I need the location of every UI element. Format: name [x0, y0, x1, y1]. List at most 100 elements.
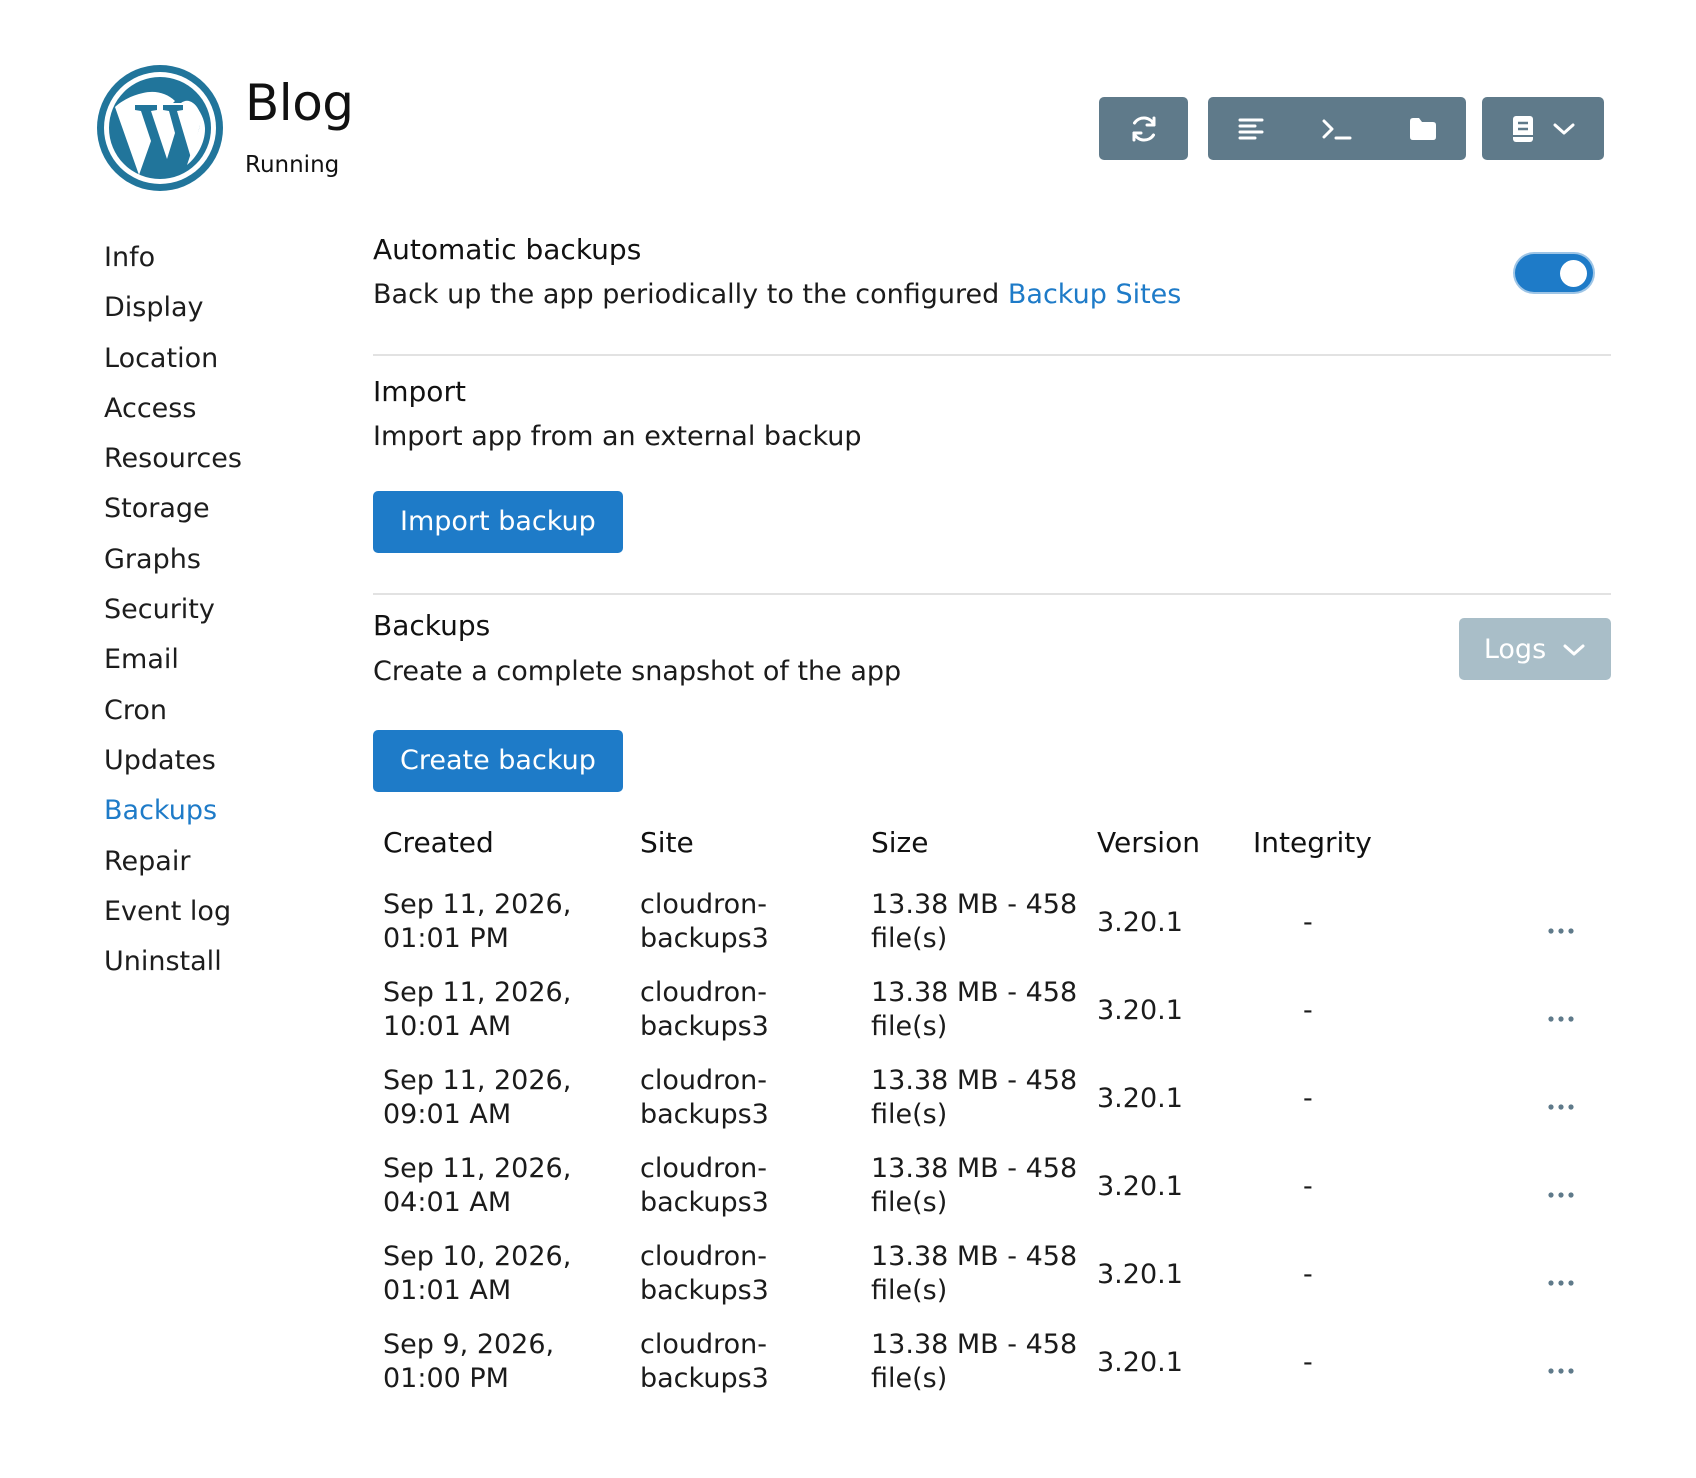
cell-size: 13.38 MB - 458 file(s) — [871, 977, 1078, 1042]
app-title: Blog — [245, 74, 354, 132]
cell-site: cloudron-backups3 — [640, 1241, 769, 1306]
row-actions-button[interactable] — [1543, 1006, 1579, 1026]
sidebar-item-updates[interactable]: Updates — [104, 736, 354, 786]
cell-created: Sep 11, 2026, 09:01 AM — [383, 1065, 572, 1130]
tools-group — [1208, 97, 1466, 160]
column-header-site: Site — [640, 826, 694, 859]
restart-group — [1099, 97, 1188, 160]
cell-size: 13.38 MB - 458 file(s) — [871, 1329, 1078, 1394]
cell-created: Sep 11, 2026, 01:01 PM — [383, 889, 572, 954]
refresh-icon — [1128, 113, 1160, 145]
sidebar-item-backups[interactable]: Backups — [104, 786, 354, 836]
more-icon — [1548, 1359, 1574, 1378]
backup-logs-button[interactable]: Logs — [1459, 618, 1611, 680]
table-row: Sep 11, 2026, 10:01 AM cloudron-backups3 … — [373, 976, 1611, 1064]
cell-created: Sep 11, 2026, 10:01 AM — [383, 977, 572, 1042]
restart-button[interactable] — [1099, 97, 1188, 160]
chevron-down-icon — [1562, 634, 1586, 665]
more-icon — [1548, 1271, 1574, 1290]
sidebar-item-uninstall[interactable]: Uninstall — [104, 937, 354, 987]
terminal-button[interactable] — [1294, 97, 1380, 160]
terminal-icon — [1321, 115, 1353, 143]
cell-size: 13.38 MB - 458 file(s) — [871, 1065, 1078, 1130]
sidebar-item-event-log[interactable]: Event log — [104, 887, 354, 937]
book-icon — [1510, 114, 1536, 144]
cell-created: Sep 10, 2026, 01:01 AM — [383, 1241, 572, 1306]
docs-dropdown-button[interactable] — [1482, 97, 1604, 160]
cell-site: cloudron-backups3 — [640, 977, 769, 1042]
cell-version: 3.20.1 — [1097, 1347, 1183, 1378]
app-status: Running — [245, 152, 340, 178]
import-desc: Import app from an external backup — [373, 421, 862, 452]
cell-site: cloudron-backups3 — [640, 889, 769, 954]
cell-integrity: - — [1303, 907, 1313, 938]
divider — [373, 593, 1611, 595]
sidebar-item-security[interactable]: Security — [104, 585, 354, 635]
table-row: Sep 10, 2026, 01:01 AM cloudron-backups3 … — [373, 1240, 1611, 1328]
import-title: Import — [373, 375, 466, 408]
cell-integrity: - — [1303, 1347, 1313, 1378]
folder-icon — [1408, 116, 1438, 142]
cell-version: 3.20.1 — [1097, 1171, 1183, 1202]
row-actions-button[interactable] — [1543, 1182, 1579, 1202]
cell-size: 13.38 MB - 458 file(s) — [871, 889, 1078, 954]
column-header-version: Version — [1097, 826, 1200, 859]
cell-size: 13.38 MB - 458 file(s) — [871, 1153, 1078, 1218]
sidebar-item-display[interactable]: Display — [104, 283, 354, 333]
auto-backups-toggle[interactable] — [1515, 254, 1593, 292]
backups-desc: Create a complete snapshot of the app — [373, 656, 902, 687]
row-actions-button[interactable] — [1543, 1358, 1579, 1378]
sidebar-item-location[interactable]: Location — [104, 334, 354, 384]
column-header-size: Size — [871, 826, 929, 859]
cell-integrity: - — [1303, 1259, 1313, 1290]
cell-version: 3.20.1 — [1097, 1083, 1183, 1114]
cell-created: Sep 11, 2026, 04:01 AM — [383, 1153, 572, 1218]
divider — [373, 354, 1611, 356]
backup-sites-link[interactable]: Backup Sites — [1008, 279, 1181, 310]
create-backup-button[interactable]: Create backup — [373, 730, 623, 792]
sidebar-item-cron[interactable]: Cron — [104, 686, 354, 736]
files-button[interactable] — [1380, 97, 1466, 160]
sidebar-item-info[interactable]: Info — [104, 233, 354, 283]
column-header-created: Created — [383, 826, 494, 859]
backups-title: Backups — [373, 609, 491, 642]
sidebar-item-resources[interactable]: Resources — [104, 434, 354, 484]
table-row: Sep 11, 2026, 09:01 AM cloudron-backups3 … — [373, 1064, 1611, 1152]
docs-group — [1482, 97, 1604, 160]
cell-site: cloudron-backups3 — [640, 1153, 769, 1218]
sidebar-item-graphs[interactable]: Graphs — [104, 535, 354, 585]
cell-version: 3.20.1 — [1097, 907, 1183, 938]
cell-version: 3.20.1 — [1097, 1259, 1183, 1290]
cell-size: 13.38 MB - 458 file(s) — [871, 1241, 1078, 1306]
row-actions-button[interactable] — [1543, 1270, 1579, 1290]
logs-view-button[interactable] — [1208, 97, 1294, 160]
auto-backups-title: Automatic backups — [373, 233, 642, 266]
cell-site: cloudron-backups3 — [640, 1065, 769, 1130]
table-row: Sep 9, 2026, 01:00 PM cloudron-backups3 1… — [373, 1328, 1611, 1416]
cell-site: cloudron-backups3 — [640, 1329, 769, 1394]
chevron-down-icon — [1552, 121, 1576, 137]
auto-backups-desc: Back up the app periodically to the conf… — [373, 279, 1181, 310]
more-icon — [1548, 1007, 1574, 1026]
import-backup-button[interactable]: Import backup — [373, 491, 623, 553]
sidebar-item-storage[interactable]: Storage — [104, 484, 354, 534]
more-icon — [1548, 919, 1574, 938]
toggle-knob — [1560, 260, 1587, 287]
more-icon — [1548, 1183, 1574, 1202]
sidebar-item-email[interactable]: Email — [104, 635, 354, 685]
sidebar-nav: Info Display Location Access Resources S… — [104, 233, 354, 987]
cell-version: 3.20.1 — [1097, 995, 1183, 1026]
row-actions-button[interactable] — [1543, 1094, 1579, 1114]
cell-created: Sep 9, 2026, 01:00 PM — [383, 1329, 555, 1394]
column-header-integrity: Integrity — [1253, 826, 1372, 859]
sidebar-item-repair[interactable]: Repair — [104, 837, 354, 887]
more-icon — [1548, 1095, 1574, 1114]
table-row: Sep 11, 2026, 01:01 PM cloudron-backups3 … — [373, 888, 1611, 976]
cell-integrity: - — [1303, 1083, 1313, 1114]
logs-icon — [1237, 115, 1265, 143]
cell-integrity: - — [1303, 995, 1313, 1026]
sidebar-item-access[interactable]: Access — [104, 384, 354, 434]
row-actions-button[interactable] — [1543, 918, 1579, 938]
logs-button-label: Logs — [1483, 633, 1547, 665]
cell-integrity: - — [1303, 1171, 1313, 1202]
